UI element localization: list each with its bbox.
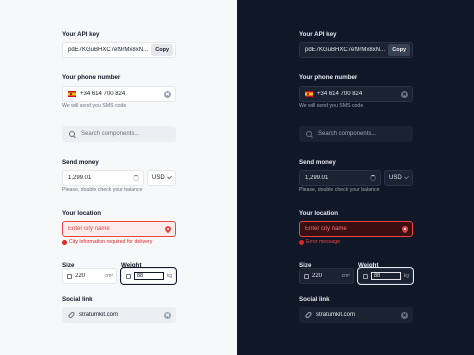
location-input[interactable]: Enter city name bbox=[299, 221, 413, 237]
chevron-down-icon bbox=[403, 174, 409, 180]
size-unit: cm² bbox=[341, 273, 350, 279]
phone-value: +34 614 700 824 bbox=[317, 91, 363, 97]
location-error: Error message bbox=[299, 239, 341, 246]
send-money-label: Send money bbox=[62, 159, 99, 166]
clear-icon[interactable] bbox=[401, 90, 408, 98]
location-error-text: City information required for delivery bbox=[69, 239, 153, 245]
clear-icon[interactable] bbox=[401, 311, 408, 319]
screen: Your API key pdE7KGuBHXC7ef9rMx8xN... Co… bbox=[0, 0, 474, 355]
error-icon bbox=[299, 240, 304, 246]
location-pin-icon bbox=[163, 224, 173, 234]
phone-input[interactable]: +34 614 700 824 bbox=[299, 86, 413, 102]
weight-icon bbox=[363, 273, 368, 279]
size-unit: cm² bbox=[104, 273, 113, 279]
money-input[interactable]: 1,299.01 bbox=[299, 170, 381, 186]
copy-button[interactable]: Copy bbox=[388, 44, 410, 56]
social-link-label: Social link bbox=[62, 296, 93, 303]
loading-spinner-icon bbox=[370, 175, 376, 181]
social-link-input[interactable]: stratumkit.com bbox=[299, 307, 413, 323]
weight-value: 88 bbox=[371, 272, 401, 280]
size-value: 220 bbox=[312, 273, 323, 279]
money-value: 1,299.01 bbox=[305, 175, 329, 181]
location-label: Your location bbox=[299, 210, 339, 217]
location-pin-icon bbox=[400, 224, 410, 234]
phone-label: Your phone number bbox=[62, 74, 121, 81]
spain-flag-icon[interactable] bbox=[305, 91, 313, 97]
currency-select[interactable]: USD bbox=[384, 170, 413, 186]
social-link-input[interactable]: stratumkit.com bbox=[62, 307, 176, 323]
money-hint: Please, double check your balance bbox=[62, 187, 143, 193]
location-input[interactable]: Enter city name bbox=[62, 221, 176, 237]
clear-icon[interactable] bbox=[164, 311, 171, 319]
location-error: City information required for delivery bbox=[62, 239, 153, 246]
search-placeholder: Search components... bbox=[81, 131, 140, 137]
social-link-value: stratumkit.com bbox=[316, 312, 356, 318]
api-key-label: Your API key bbox=[62, 31, 100, 38]
light-theme-panel: Your API key pdE7KGuBHXC7ef9rMx8xN... Co… bbox=[0, 0, 237, 355]
api-key-value: pdE7KGuBHXC7ef9rMx8xN... bbox=[305, 47, 386, 53]
location-placeholder: Enter city name bbox=[305, 226, 347, 232]
link-icon bbox=[304, 311, 313, 319]
social-link-label: Social link bbox=[299, 296, 330, 303]
weight-value: 88 bbox=[134, 272, 164, 280]
search-input[interactable]: Search components... bbox=[299, 126, 413, 142]
currency-value: USD bbox=[152, 175, 165, 181]
ruler-icon bbox=[304, 273, 309, 279]
spain-flag-icon[interactable] bbox=[68, 91, 76, 97]
ruler-icon bbox=[67, 273, 72, 279]
money-hint: Please, double check your balance bbox=[299, 187, 380, 193]
money-input[interactable]: 1,299.01 bbox=[62, 170, 144, 186]
error-icon bbox=[62, 240, 67, 246]
search-icon bbox=[69, 131, 75, 137]
weight-input[interactable]: 88 kg bbox=[357, 267, 414, 285]
chevron-down-icon bbox=[166, 174, 172, 180]
currency-select[interactable]: USD bbox=[147, 170, 176, 186]
copy-button[interactable]: Copy bbox=[151, 44, 173, 56]
search-placeholder: Search components... bbox=[318, 131, 377, 137]
social-link-value: stratumkit.com bbox=[79, 312, 119, 318]
phone-value: +34 614 700 824 bbox=[80, 91, 126, 97]
api-key-field: pdE7KGuBHXC7ef9rMx8xN... Copy bbox=[62, 42, 176, 58]
api-key-value: pdE7KGuBHXC7ef9rMx8xN... bbox=[68, 47, 149, 53]
weight-icon bbox=[126, 273, 131, 279]
api-key-field: pdE7KGuBHXC7ef9rMx8xN... Copy bbox=[299, 42, 413, 58]
search-input[interactable]: Search components... bbox=[62, 126, 176, 142]
search-icon bbox=[306, 131, 312, 137]
link-icon bbox=[67, 311, 76, 319]
money-value: 1,299.01 bbox=[68, 175, 92, 181]
size-value: 220 bbox=[75, 273, 86, 279]
size-input[interactable]: 220 cm² bbox=[62, 268, 117, 284]
send-money-label: Send money bbox=[299, 159, 336, 166]
loading-spinner-icon bbox=[133, 175, 139, 181]
weight-unit: kg bbox=[403, 273, 409, 279]
send-money-group: 1,299.01 USD bbox=[299, 170, 413, 186]
dark-theme-panel: Your API key pdE7KGuBHXC7ef9rMx8xN... Co… bbox=[237, 0, 474, 355]
weight-unit: kg bbox=[166, 273, 172, 279]
phone-input[interactable]: +34 614 700 824 bbox=[62, 86, 176, 102]
size-input[interactable]: 220 cm² bbox=[299, 268, 354, 284]
phone-hint: We will send you SMS code bbox=[62, 103, 127, 109]
location-error-text: Error message bbox=[306, 239, 341, 245]
api-key-label: Your API key bbox=[299, 31, 337, 38]
send-money-group: 1,299.01 USD bbox=[62, 170, 176, 186]
phone-hint: We will send you SMS code bbox=[299, 103, 364, 109]
clear-icon[interactable] bbox=[164, 90, 171, 98]
location-label: Your location bbox=[62, 210, 102, 217]
phone-label: Your phone number bbox=[299, 74, 358, 81]
location-placeholder: Enter city name bbox=[68, 226, 110, 232]
currency-value: USD bbox=[389, 175, 402, 181]
weight-input[interactable]: 88 kg bbox=[120, 267, 177, 285]
